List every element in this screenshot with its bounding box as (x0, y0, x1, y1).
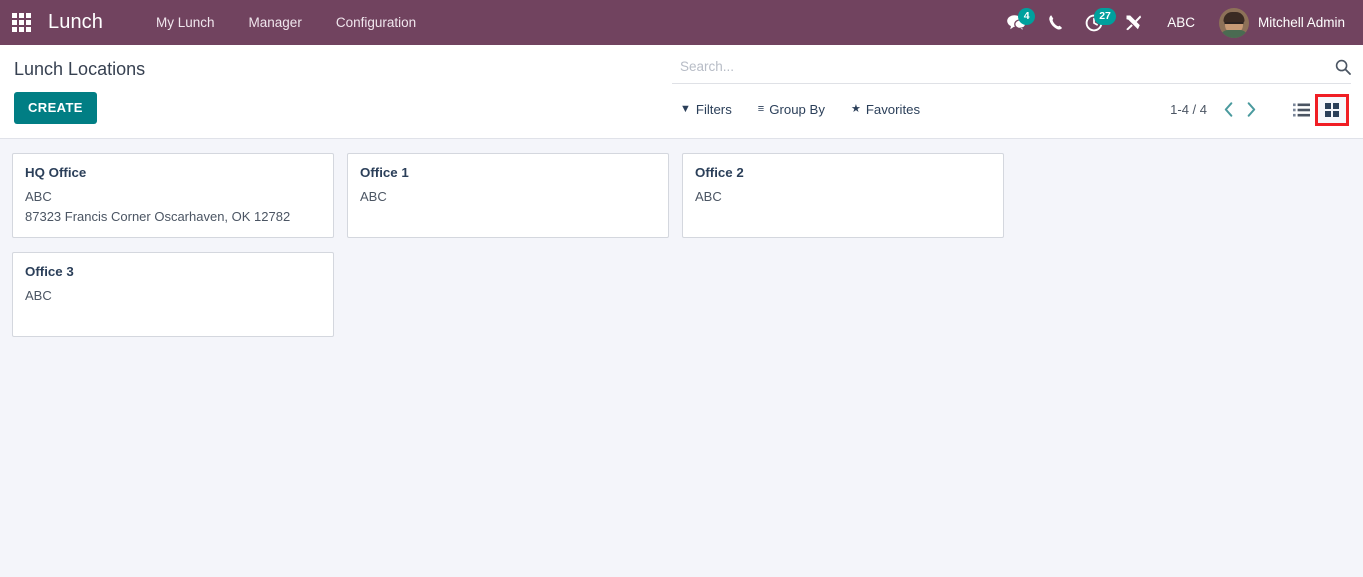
location-name: Office 2 (695, 165, 744, 180)
user-menu-button[interactable]: Mitchell Admin (1209, 0, 1353, 45)
create-button[interactable]: CREATE (14, 92, 97, 124)
main-menu: My Lunch Manager Configuration (139, 0, 433, 45)
activities-button[interactable]: 27 (1074, 0, 1116, 45)
filter-funnel-icon: ▼ (680, 103, 691, 115)
messages-button[interactable]: 4 (996, 0, 1037, 45)
kanban-card[interactable]: Office 3 ABC (12, 252, 334, 337)
kanban-card[interactable]: HQ Office ABC 87323 Francis Corner Oscar… (12, 153, 334, 238)
user-name-label: Mitchell Admin (1257, 15, 1345, 30)
company-switcher[interactable]: ABC (1153, 0, 1209, 45)
apps-menu-button[interactable] (0, 0, 42, 45)
control-panel: Lunch Locations CREATE ▼ Filters (0, 45, 1363, 139)
phone-icon (1049, 15, 1063, 30)
messages-count-badge: 4 (1018, 8, 1036, 25)
search-input[interactable] (680, 59, 1329, 74)
location-company: ABC (360, 189, 387, 204)
favorites-label: Favorites (865, 102, 921, 117)
kanban-card[interactable]: Office 2 ABC (682, 153, 1004, 238)
control-panel-right: ▼ Filters ≡ Group By ★ Favorites 1-4 / 4 (672, 45, 1363, 126)
list-view-icon (1292, 103, 1310, 116)
kanban-view-button[interactable] (1315, 93, 1349, 126)
location-company: ABC (25, 288, 52, 303)
location-address: 87323 Francis Corner Oscarhaven, OK 1278… (25, 209, 291, 224)
navbar-systray: 4 27 ABC Mitchell Admin (996, 0, 1353, 45)
menu-item-manager[interactable]: Manager (232, 0, 319, 45)
page-title: Lunch Locations (14, 59, 146, 79)
location-company: ABC (695, 189, 722, 204)
location-name: Office 1 (360, 165, 409, 180)
pager: 1-4 / 4 (1170, 102, 1263, 117)
kanban-card[interactable]: Office 1 ABC (347, 153, 669, 238)
activities-count-badge: 27 (1094, 8, 1116, 25)
group-by-label: Group By (769, 102, 825, 117)
user-avatar (1218, 7, 1249, 38)
apps-grid-icon (11, 13, 31, 32)
group-by-dropdown[interactable]: ≡ Group By (758, 102, 825, 117)
top-navbar: Lunch My Lunch Manager Configuration 4 2… (0, 0, 1363, 45)
app-brand-lunch[interactable]: Lunch (42, 11, 109, 34)
control-panel-left: Lunch Locations CREATE (0, 45, 672, 138)
search-bar (672, 54, 1351, 84)
location-name: Office 3 (25, 264, 74, 279)
kanban-view-icon (1325, 102, 1339, 117)
menu-item-my-lunch[interactable]: My Lunch (139, 0, 232, 45)
search-icon[interactable] (1329, 59, 1351, 75)
filters-label: Filters (695, 102, 732, 117)
pager-next-button[interactable] (1240, 102, 1263, 117)
favorites-dropdown[interactable]: ★ Favorites (851, 102, 920, 117)
pager-count[interactable]: 1-4 / 4 (1170, 102, 1217, 117)
menu-item-configuration[interactable]: Configuration (319, 0, 433, 45)
list-view-button[interactable] (1287, 97, 1315, 123)
kanban-view: HQ Office ABC 87323 Francis Corner Oscar… (0, 139, 1363, 540)
debug-tools-button[interactable] (1114, 0, 1153, 45)
filters-dropdown[interactable]: ▼ Filters (680, 102, 732, 117)
location-company: ABC (25, 189, 52, 204)
pager-previous-button[interactable] (1217, 102, 1240, 117)
chevron-left-icon (1224, 102, 1233, 117)
tools-wrench-icon (1126, 15, 1142, 31)
location-name: HQ Office (25, 165, 87, 180)
view-switcher (1287, 93, 1349, 126)
voip-phone-button[interactable] (1037, 0, 1074, 45)
search-options-row: ▼ Filters ≡ Group By ★ Favorites 1-4 / 4 (672, 84, 1351, 126)
chevron-right-icon (1247, 102, 1256, 117)
favorites-star-icon: ★ (850, 103, 861, 115)
group-by-icon: ≡ (757, 103, 765, 115)
